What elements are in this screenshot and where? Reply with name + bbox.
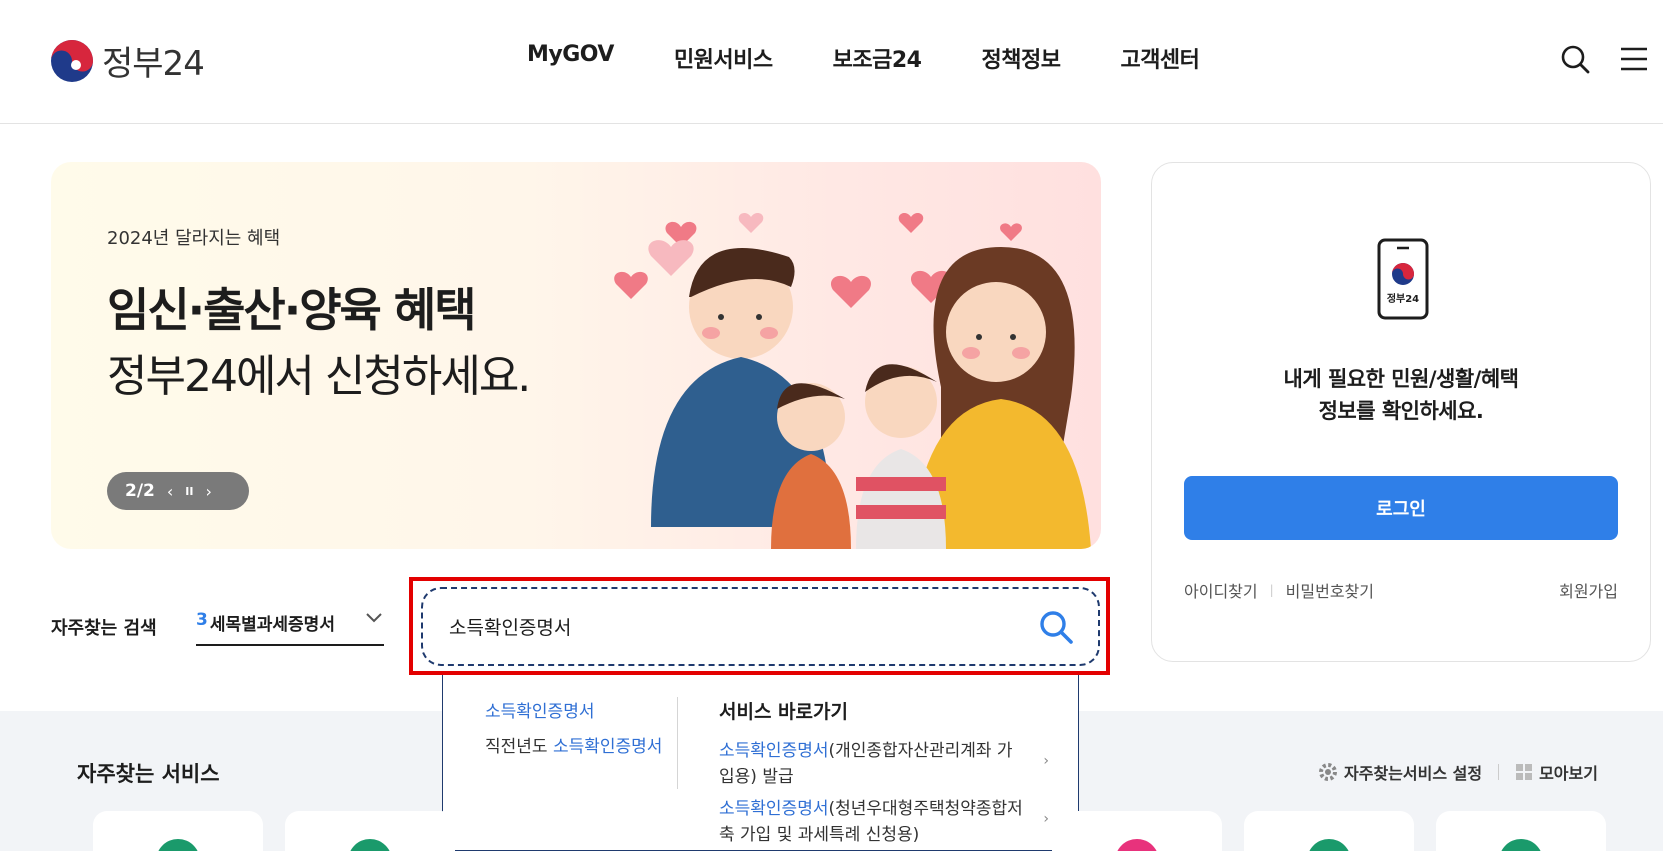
service-card[interactable]	[1052, 811, 1222, 851]
banner-title: 임신·출산·양육 혜택	[107, 283, 477, 337]
suggestion-highlight: 소득확인증명서	[485, 702, 595, 722]
banner-controls: 2/2 ‹ II ›	[107, 472, 249, 510]
divider	[1498, 764, 1500, 780]
frequent-search-select[interactable]: 3 세목별과세증명서	[196, 610, 384, 646]
services-settings-button[interactable]: 자주찾는서비스 설정	[1318, 760, 1482, 784]
search-icon[interactable]	[1560, 44, 1590, 74]
nav-subsidy24[interactable]: 보조금24	[833, 42, 922, 74]
promo-banner[interactable]: 2024년 달라지는 혜택 임신·출산·양육 혜택 정부24에서 신청하세요. …	[51, 162, 1101, 549]
shortcut-item[interactable]: 소득확인증명서(청년우대형주택청약종합저축 가입 및 과세특례 신청용) ›	[719, 796, 1049, 848]
nav-customer-center[interactable]: 고객센터	[1120, 42, 1199, 74]
banner-counter: 2/2	[125, 481, 155, 501]
login-links: 아이디찾기 | 비밀번호찾기 회원가입	[1184, 578, 1618, 602]
service-icon	[1499, 839, 1543, 851]
gear-icon	[1319, 763, 1337, 781]
find-id-link[interactable]: 아이디찾기	[1184, 578, 1258, 602]
pause-icon[interactable]: II	[185, 485, 193, 498]
service-icon	[1307, 839, 1351, 851]
login-button[interactable]: 로그인	[1184, 476, 1618, 540]
next-icon[interactable]: ›	[205, 482, 211, 501]
service-card[interactable]	[1436, 811, 1606, 851]
frequent-search-term: 세목별과세증명서	[209, 615, 335, 635]
shortcut-highlight: 소득확인증명서	[719, 799, 829, 819]
service-card[interactable]	[93, 811, 263, 851]
banner-subtitle: 정부24에서 신청하세요.	[107, 351, 531, 402]
shortcut-item[interactable]: 소득확인증명서(개인종합자산관리계좌 가입용) 발급 ›	[719, 738, 1049, 790]
view-all-label: 모아보기	[1539, 764, 1598, 783]
suggestion-item[interactable]: 직전년도 소득확인증명서	[485, 732, 677, 757]
divider: |	[1269, 583, 1274, 597]
search-input[interactable]	[449, 615, 1009, 638]
service-shortcuts: 서비스 바로가기 소득확인증명서(개인종합자산관리계좌 가입용) 발급 › 소득…	[719, 697, 1049, 851]
nav-policy-info[interactable]: 정책정보	[981, 42, 1060, 74]
frequent-services-title: 자주찾는 서비스	[77, 762, 220, 786]
app-label: 정부24	[1387, 292, 1419, 305]
chevron-right-icon: ›	[1043, 753, 1049, 769]
shortcut-heading: 서비스 바로가기	[719, 701, 848, 723]
suggestion-highlight: 소득확인증명서	[552, 737, 663, 757]
main-nav: MyGOV 민원서비스 보조금24 정책정보 고객센터	[527, 42, 1200, 74]
view-all-button[interactable]: 모아보기	[1515, 760, 1598, 784]
service-icon	[156, 839, 200, 851]
services-settings-label: 자주찾는서비스 설정	[1344, 764, 1483, 783]
login-card: 정부24 내게 필요한 민원/생활/혜택 정보를 확인하세요. 로그인 아이디찾…	[1151, 162, 1651, 662]
taegeuk-logo-icon	[51, 39, 93, 82]
site-logo[interactable]: 정부24	[50, 36, 205, 85]
suggestion-item[interactable]: 소득확인증명서	[485, 697, 677, 722]
site-header: 정부24 MyGOV 민원서비스 보조금24 정책정보 고객센터	[0, 0, 1663, 124]
frequent-search-rank: 3	[196, 610, 208, 630]
search-box	[421, 587, 1100, 666]
service-icon	[348, 839, 392, 851]
autocomplete-panel: 소득확인증명서 직전년도 소득확인증명서 서비스 바로가기 소득확인증명서(개인…	[442, 675, 1079, 851]
banner-kicker: 2024년 달라지는 혜택	[107, 228, 281, 249]
grid-icon	[1516, 764, 1533, 780]
prev-icon[interactable]: ‹	[167, 482, 173, 501]
services-tools: 자주찾는서비스 설정 모아보기	[1318, 760, 1598, 784]
service-icon	[1115, 839, 1159, 851]
hamburger-menu-icon[interactable]	[1620, 46, 1648, 72]
logo-text: 정부24	[102, 44, 205, 84]
login-message-line1: 내게 필요한 민원/생활/혜택	[1283, 367, 1519, 391]
mobile-app-icon: 정부24	[1377, 238, 1429, 320]
family-illustration	[614, 212, 1091, 549]
frequent-search-label: 자주찾는 검색	[51, 618, 157, 639]
service-card[interactable]	[285, 811, 455, 851]
chevron-right-icon: ›	[1043, 811, 1049, 827]
nav-civil-services[interactable]: 민원서비스	[674, 42, 773, 74]
search-submit-icon[interactable]	[1038, 609, 1074, 645]
service-card[interactable]	[1244, 811, 1414, 851]
signup-link[interactable]: 회원가입	[1559, 578, 1618, 602]
shortcut-highlight: 소득확인증명서	[719, 741, 829, 761]
suggestion-list: 소득확인증명서 직전년도 소득확인증명서	[485, 697, 678, 789]
chevron-down-icon	[366, 613, 382, 623]
find-password-link[interactable]: 비밀번호찾기	[1286, 578, 1374, 602]
suggestion-prefix: 직전년도	[485, 737, 553, 757]
nav-mygov[interactable]: MyGOV	[527, 42, 614, 74]
login-message-line2: 정보를 확인하세요.	[1318, 399, 1484, 423]
